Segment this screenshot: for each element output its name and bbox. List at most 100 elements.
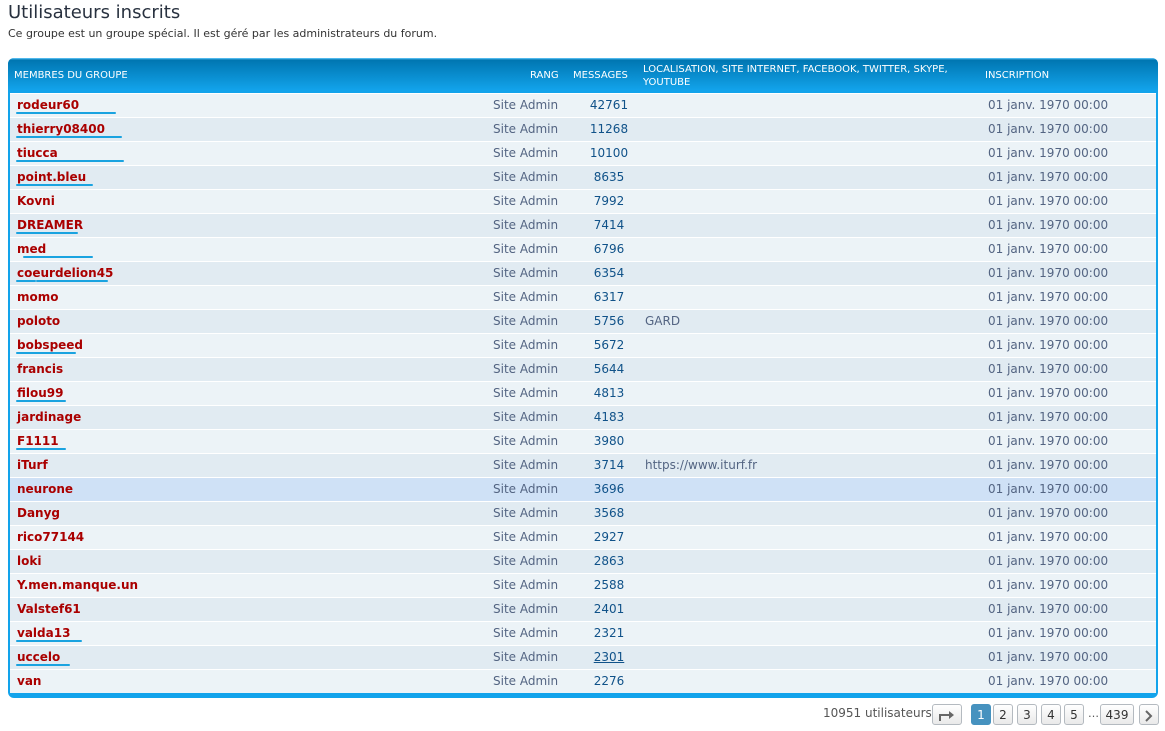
member-posts[interactable]: 42761 [568, 98, 650, 112]
member-posts[interactable]: 7992 [568, 194, 650, 208]
member-posts[interactable]: 8635 [568, 170, 650, 184]
table-row: coeurdelion45 Site Admin 6354 01 janv. 1970… [10, 261, 1156, 285]
member-name-link[interactable]: thierry08400 [17, 122, 105, 136]
table-row: DREAMER Site Admin 7414 01 janv. 1970 00:00 [10, 213, 1156, 237]
member-rank: Site Admin [493, 434, 559, 448]
member-name-link[interactable]: coeurdelion45 [17, 266, 113, 280]
member-joined: 01 janv. 1970 00:00 [988, 362, 1109, 376]
highlight-underline [16, 280, 36, 282]
member-rank: Site Admin [493, 602, 559, 616]
pagination-page-5[interactable]: 5 [1064, 704, 1084, 725]
member-name-link[interactable]: iTurf [17, 458, 48, 472]
member-name-link[interactable]: francis [17, 362, 63, 376]
member-posts[interactable]: 5756 [568, 314, 650, 328]
column-header-location: LOCALISATION, SITE INTERNET, FACEBOOK, T… [643, 64, 948, 88]
jump-to-page-icon [939, 710, 954, 721]
table-body: rodeur60 Site Admin 42761 01 janv. 1970 00:… [10, 93, 1156, 693]
member-joined: 01 janv. 1970 00:00 [988, 242, 1109, 256]
member-name-link[interactable]: loki [17, 554, 41, 568]
member-joined: 01 janv. 1970 00:00 [988, 458, 1109, 472]
pagination-page-2[interactable]: 2 [993, 704, 1013, 725]
member-posts[interactable]: 5672 [568, 338, 650, 352]
table-header: MEMBRES DU GROUPE RANG MESSAGES LOCALISA… [8, 58, 1158, 93]
member-name-link[interactable]: Danyg [17, 506, 60, 520]
member-location[interactable]: https://www.iturf.fr [645, 458, 757, 472]
member-joined: 01 janv. 1970 00:00 [988, 506, 1109, 520]
member-joined: 01 janv. 1970 00:00 [988, 290, 1109, 304]
member-posts[interactable]: 3568 [568, 506, 650, 520]
member-name-link[interactable]: Valstef61 [17, 602, 81, 616]
member-posts[interactable]: 2321 [568, 626, 650, 640]
member-posts[interactable]: 11268 [568, 122, 650, 136]
table-row: med Site Admin 6796 01 janv. 1970 00:00 [10, 237, 1156, 261]
member-name-link[interactable]: neurone [17, 482, 73, 496]
member-posts[interactable]: 4183 [568, 410, 650, 424]
member-name-link[interactable]: rodeur60 [17, 98, 79, 112]
table-row: thierry08400 Site Admin 11268 01 janv. 1970… [10, 117, 1156, 141]
column-header-rank[interactable]: RANG [530, 69, 559, 82]
member-name-link[interactable]: uccelo [17, 650, 60, 664]
member-posts[interactable]: 6317 [568, 290, 650, 304]
member-name-link[interactable]: F1111 [17, 434, 59, 448]
user-count: 10951 utilisateurs [823, 706, 932, 720]
member-name-link[interactable]: Y.men.manque.un [17, 578, 138, 592]
member-posts[interactable]: 4813 [568, 386, 650, 400]
member-name-link[interactable]: jardinage [17, 410, 81, 424]
column-header-member[interactable]: MEMBRES DU GROUPE [14, 69, 128, 82]
table-row: tiucca Site Admin 10100 01 janv. 1970 00:00 [10, 141, 1156, 165]
member-posts[interactable]: 2588 [568, 578, 650, 592]
jump-to-page-button[interactable] [932, 704, 962, 725]
member-name-link[interactable]: van [17, 674, 41, 688]
member-rank: Site Admin [493, 338, 559, 352]
member-name-link[interactable]: bobspeed [17, 338, 83, 352]
member-name-link[interactable]: DREAMER [17, 218, 83, 232]
pagination-last-page[interactable]: 439 [1100, 704, 1134, 725]
member-posts[interactable]: 2301 [568, 650, 650, 664]
table-row: francis Site Admin 5644 01 janv. 1970 00:00 [10, 357, 1156, 381]
next-page-button[interactable] [1139, 704, 1159, 725]
member-name-link[interactable]: filou99 [17, 386, 64, 400]
member-posts[interactable]: 6354 [568, 266, 650, 280]
member-posts[interactable]: 3696 [568, 482, 650, 496]
table-row: valda13 Site Admin 2321 01 janv. 1970 00:00 [10, 621, 1156, 645]
column-header-posts[interactable]: MESSAGES [573, 69, 628, 82]
member-name-link[interactable]: momo [17, 290, 59, 304]
page-title: Utilisateurs inscrits [8, 2, 181, 23]
table-row: loki Site Admin 2863 01 janv. 1970 00:00 [10, 549, 1156, 573]
table-row: Kovni Site Admin 7992 01 janv. 1970 00:00 [10, 189, 1156, 213]
table-row: iTurf Site Admin 3714 https://www.iturf.fr 0… [10, 453, 1156, 477]
member-rank: Site Admin [493, 290, 559, 304]
member-rank: Site Admin [493, 554, 559, 568]
member-posts[interactable]: 2401 [568, 602, 650, 616]
member-name-link[interactable]: point.bleu [17, 170, 86, 184]
member-posts[interactable]: 2927 [568, 530, 650, 544]
pagination-page-1[interactable]: 1 [971, 704, 991, 725]
highlight-underline [16, 184, 93, 186]
highlight-underline [43, 256, 93, 258]
member-name-link[interactable]: med [17, 242, 46, 256]
highlight-underline [16, 664, 70, 666]
member-name-link[interactable]: rico77144 [17, 530, 84, 544]
member-joined: 01 janv. 1970 00:00 [988, 650, 1109, 664]
member-posts[interactable]: 10100 [568, 146, 650, 160]
member-joined: 01 janv. 1970 00:00 [988, 674, 1109, 688]
member-posts[interactable]: 7414 [568, 218, 650, 232]
member-posts[interactable]: 3714 [568, 458, 650, 472]
member-posts[interactable]: 5644 [568, 362, 650, 376]
member-name-link[interactable]: tiucca [17, 146, 58, 160]
member-rank: Site Admin [493, 530, 559, 544]
highlight-underline [16, 232, 78, 234]
member-rank: Site Admin [493, 266, 559, 280]
member-posts[interactable]: 2276 [568, 674, 650, 688]
pagination-page-4[interactable]: 4 [1041, 704, 1061, 725]
member-posts[interactable]: 6796 [568, 242, 650, 256]
member-posts[interactable]: 2863 [568, 554, 650, 568]
pagination-page-3[interactable]: 3 [1017, 704, 1037, 725]
member-name-link[interactable]: poloto [17, 314, 60, 328]
member-joined: 01 janv. 1970 00:00 [988, 146, 1109, 160]
member-posts[interactable]: 3980 [568, 434, 650, 448]
table-row: momo Site Admin 6317 01 janv. 1970 00:00 [10, 285, 1156, 309]
member-name-link[interactable]: valda13 [17, 626, 70, 640]
member-name-link[interactable]: Kovni [17, 194, 55, 208]
column-header-joined[interactable]: INSCRIPTION [985, 69, 1049, 82]
